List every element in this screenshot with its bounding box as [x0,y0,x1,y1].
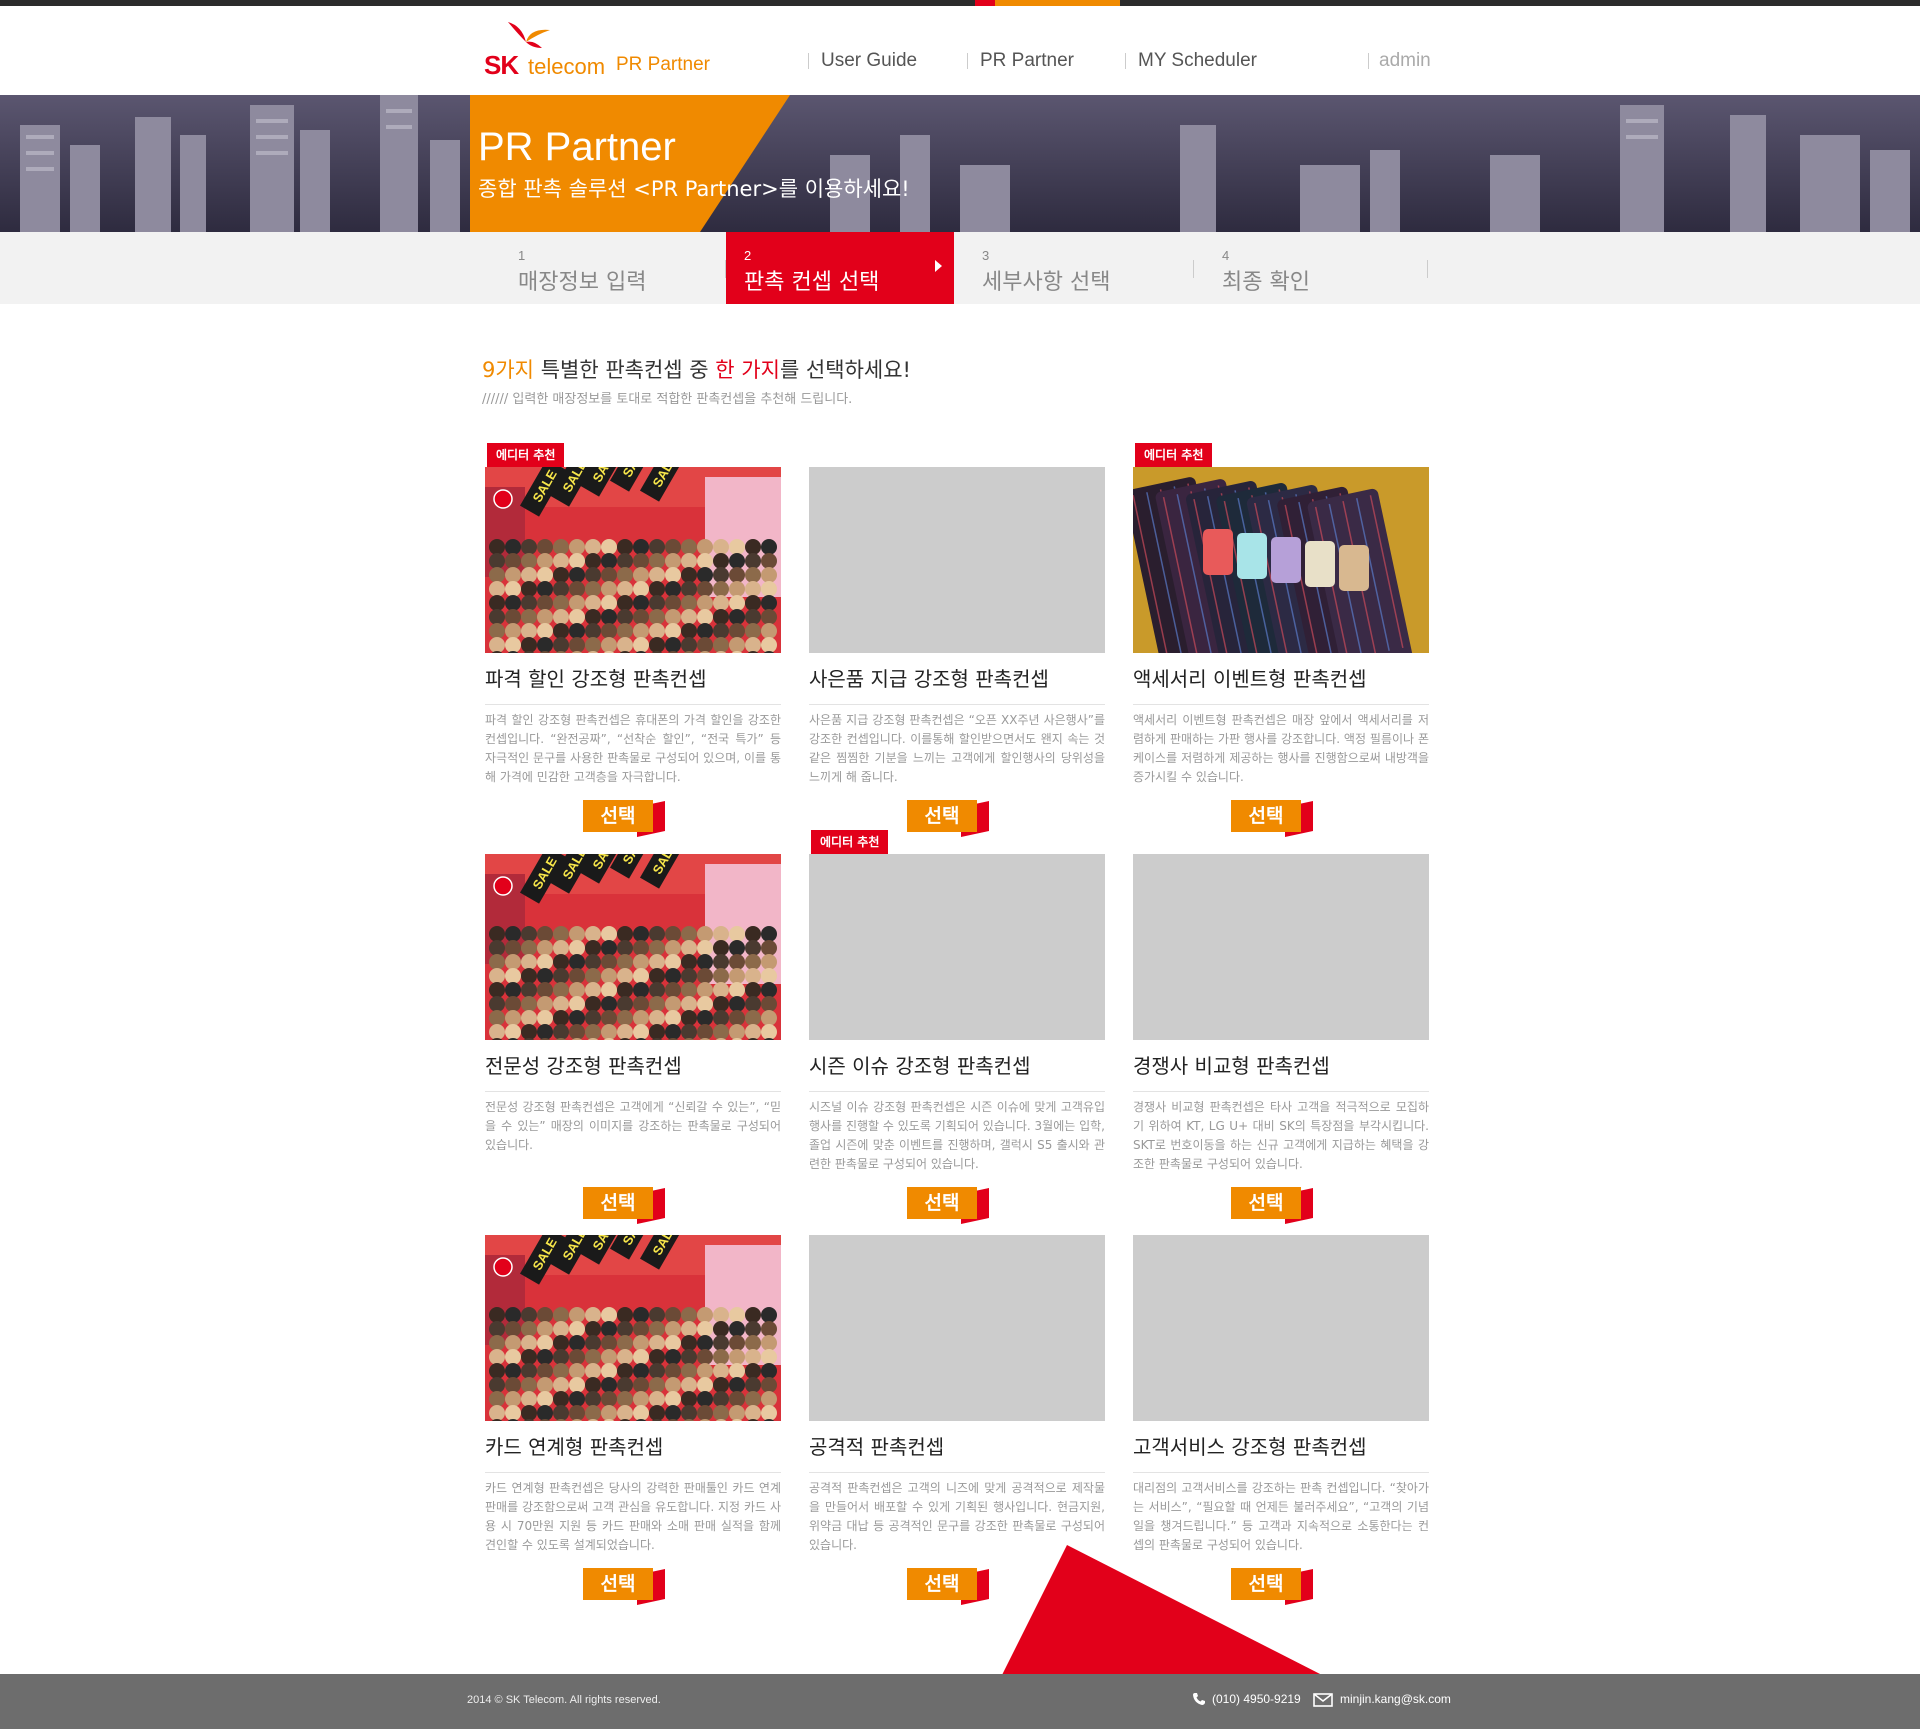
mail-icon [1313,1693,1333,1707]
step-label: 세부사항 선택 [982,270,1111,295]
editor-pick-badge: 에디터 추천 [1135,443,1213,467]
step-number: 2 [744,248,752,263]
select-button-label: 선택 [907,1187,977,1219]
heading-highlight: 한 [715,358,735,382]
concept-title: 시즌 이슈 강조형 판촉컨셉 [809,1050,1105,1092]
step-progress-bar: 1 매장정보 입력 2 판촉 컨셉 선택 3 세부사항 선택 4 최종 확인 [0,232,1920,304]
nav-my-scheduler[interactable]: MY Scheduler [1138,50,1257,72]
select-button-label: 선택 [583,800,653,832]
concept-description: 공격적 판촉컨셉은 고객의 니즈에 맞게 공격적으로 제작물을 만들어서 배포할… [809,1481,1105,1552]
concept-description: 시즈널 이슈 강조형 판촉컨셉은 시즌 이슈에 맞게 고객유입 행사를 진행할 … [809,1100,1105,1171]
select-button[interactable]: 선택 [907,1187,997,1225]
concept-description: 사은품 지급 강조형 판촉컨셉은 “오픈 XX주년 사은행사”를 강조한 컨셉입… [809,713,1105,784]
sale-crowd-photo: SALESALESALESALESALE [485,1235,781,1421]
select-button[interactable]: 선택 [583,800,673,838]
hero-subtitle: 종합 판촉 솔루션 <PR Partner>를 이용하세요! [478,177,910,201]
concept-image [1133,854,1429,1040]
concept-image [1133,1235,1429,1421]
header: SK telecom PR Partner User Guide PR Part… [0,6,1920,95]
nav-user-guide[interactable]: User Guide [821,50,917,72]
nav-separator [1368,53,1369,69]
step-2-active[interactable]: 2 판촉 컨셉 선택 [726,232,954,304]
email-address[interactable]: minjin.kang@sk.com [1340,1692,1451,1706]
copyright-text: 2014 © SK Telecom. All rights reserved. [467,1694,661,1706]
concept-description: 전문성 강조형 판촉컨셉은 고객에게 “신뢰갈 수 있는”, “믿을 수 있는”… [485,1100,781,1152]
heading-count: 9가지 [482,358,535,382]
step-number: 4 [1222,248,1230,263]
nav-pr-partner[interactable]: PR Partner [980,50,1074,72]
step-label: 최종 확인 [1222,270,1310,295]
phone-number[interactable]: (010) 4950-9219 [1212,1692,1301,1706]
step-number: 3 [982,248,990,263]
concept-description: 액세서리 이벤트형 판촉컨셉은 매장 앞에서 액세서리를 저렴하게 판매하는 가… [1133,713,1429,784]
select-button-label: 선택 [583,1568,653,1600]
concept-title: 액세서리 이벤트형 판촉컨셉 [1133,663,1429,705]
step-3[interactable]: 3 세부사항 선택 [954,232,1194,304]
nav-separator [967,53,968,69]
select-button[interactable]: 선택 [907,1568,997,1606]
concept-image [809,1235,1105,1421]
concept-title: 사은품 지급 강조형 판촉컨셉 [809,663,1105,705]
select-button-label: 선택 [907,1568,977,1600]
nav-separator [1125,53,1126,69]
heading-text: 를 선택하세요! [779,358,911,382]
step-label: 판촉 컨셉 선택 [744,270,880,295]
select-button[interactable]: 선택 [1231,1187,1321,1225]
step-separator [1427,260,1428,278]
nav-separator [808,53,809,69]
editor-pick-badge: 에디터 추천 [487,443,565,467]
concept-title: 공격적 판촉컨셉 [809,1431,1105,1473]
concept-image: SALESALESALESALESALE [485,467,781,653]
select-button[interactable]: 선택 [1231,800,1321,838]
concept-description: 카드 연계형 판촉컨셉은 당사의 강력한 판매툴인 카드 연계 판매를 강조함으… [485,1481,781,1552]
concept-image [809,467,1105,653]
section-heading: 9가지 특별한 판촉컨셉 중 한 가지를 선택하세요! [482,354,911,384]
sale-crowd-photo: SALESALESALESALESALE [485,854,781,1040]
select-button[interactable]: 선택 [907,800,997,838]
logo-sk-text: SK [484,50,519,80]
select-button-label: 선택 [1231,1187,1301,1219]
phone-icon [1193,1693,1205,1705]
select-button[interactable]: 선택 [1231,1568,1321,1606]
editor-pick-badge: 에디터 추천 [811,830,889,854]
concept-title: 파격 할인 강조형 판촉컨셉 [485,663,781,705]
select-button-label: 선택 [1231,800,1301,832]
select-button[interactable]: 선택 [583,1568,673,1606]
section-subheading: ////// 입력한 매장정보를 토대로 적합한 판촉컨셉을 추천해 드립니다. [482,392,853,407]
nav-user-admin[interactable]: admin [1379,50,1431,72]
select-button-label: 선택 [1231,1568,1301,1600]
logo-telecom-text: telecom [528,54,606,79]
concept-description: 파격 할인 강조형 판촉컨셉은 휴대폰의 가격 할인을 강조한 컨셉입니다. “… [485,713,781,784]
heading-highlight: 가지 [741,358,780,382]
concept-image: SALESALESALESALESALE [485,1235,781,1421]
step-4[interactable]: 4 최종 확인 [1194,232,1428,304]
city-skyline-image [0,95,1920,232]
sale-crowd-photo: SALESALESALESALESALE [485,467,781,653]
step-1[interactable]: 1 매장정보 입력 [486,232,726,304]
select-button-label: 선택 [907,800,977,832]
concept-description: 경쟁사 비교형 판촉컨셉은 타사 고객을 적극적으로 모집하기 위하여 KT, … [1133,1100,1429,1171]
phone-cases-photo [1133,467,1429,653]
step-label: 매장정보 입력 [518,270,647,295]
logo-product-text: PR Partner [616,54,710,75]
heading-text: 특별한 판촉컨셉 중 [534,358,716,382]
concept-title: 경쟁사 비교형 판촉컨셉 [1133,1050,1429,1092]
sk-telecom-logo[interactable]: SK telecom PR Partner [482,20,742,80]
hero-banner: PR Partner 종합 판촉 솔루션 <PR Partner>를 이용하세요… [0,95,1920,232]
concept-image [809,854,1105,1040]
concept-description: 대리점의 고객서비스를 강조하는 판촉 컨셉입니다. “찾아가는 서비스”, “… [1133,1481,1429,1552]
concept-image: SALESALESALESALESALE [485,854,781,1040]
hero-title: PR Partner [478,125,676,169]
select-button[interactable]: 선택 [583,1187,673,1225]
concept-title: 카드 연계형 판촉컨셉 [485,1431,781,1473]
select-button-label: 선택 [583,1187,653,1219]
step-arrow-icon [935,260,942,272]
concept-title: 전문성 강조형 판촉컨셉 [485,1050,781,1092]
concept-image [1133,467,1429,653]
step-number: 1 [518,248,526,263]
footer: 2014 © SK Telecom. All rights reserved. … [0,1674,1920,1729]
concept-title: 고객서비스 강조형 판촉컨셉 [1133,1431,1429,1473]
